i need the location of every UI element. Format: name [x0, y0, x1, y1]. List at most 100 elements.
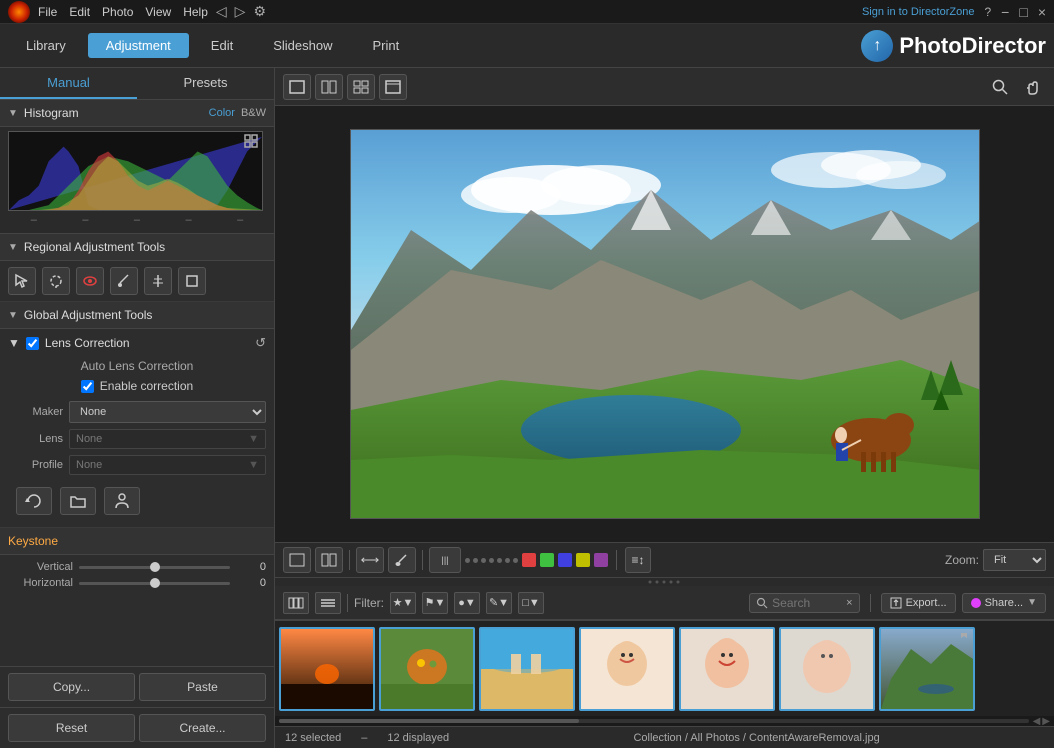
search-box[interactable]: ×	[749, 593, 859, 613]
filmstrip[interactable]	[275, 620, 1054, 716]
horizontal-slider[interactable]	[79, 582, 230, 585]
tab-manual[interactable]: Manual	[0, 68, 137, 99]
copy-button[interactable]: Copy...	[8, 673, 135, 701]
reset-button[interactable]: Reset	[8, 714, 135, 742]
hand-view-btn[interactable]	[1018, 74, 1046, 100]
filter-flag-btn[interactable]: ⚑▼	[422, 592, 448, 614]
photo-area[interactable]	[275, 106, 1054, 542]
color-green[interactable]	[540, 553, 554, 567]
color-yellow[interactable]	[576, 553, 590, 567]
share-button[interactable]: Share... ▼	[962, 593, 1046, 613]
dot-6[interactable]	[505, 558, 510, 563]
gradient-tool-btn[interactable]	[144, 267, 172, 295]
filmstrip-thumb-3[interactable]	[479, 627, 575, 711]
color-btn[interactable]: Color	[209, 107, 235, 119]
global-header[interactable]: ▼ Global Adjustment Tools	[0, 302, 274, 329]
adj-btn-brush[interactable]	[388, 547, 416, 573]
search-clear-icon[interactable]: ×	[846, 597, 852, 609]
fullscreen-btn[interactable]	[379, 74, 407, 100]
tab-edit[interactable]: Edit	[193, 33, 251, 58]
drag-handle[interactable]	[275, 578, 1054, 586]
menu-help[interactable]: Help	[183, 5, 208, 19]
rect-tool-btn[interactable]	[178, 267, 206, 295]
maker-select[interactable]: None	[69, 401, 266, 423]
color-blue[interactable]	[558, 553, 572, 567]
adj-btn-3[interactable]: ⟷	[356, 547, 384, 573]
maximize-btn[interactable]: □	[1019, 4, 1027, 20]
tab-adjustment[interactable]: Adjustment	[88, 33, 189, 58]
minimize-btn[interactable]: −	[1001, 4, 1009, 20]
filter-square-btn[interactable]: □▼	[518, 592, 544, 614]
filter-edit-btn[interactable]: ✎▼	[486, 592, 512, 614]
horizontal-thumb[interactable]	[150, 578, 160, 588]
forward-icon[interactable]: ▷	[235, 3, 246, 20]
hist-minus-5[interactable]: –	[237, 214, 243, 226]
dot-5[interactable]	[497, 558, 502, 563]
histogram-header[interactable]: ▼ Histogram Color B&W	[0, 100, 274, 127]
filmstrip-thumb-7[interactable]	[879, 627, 975, 711]
menu-photo[interactable]: Photo	[102, 5, 133, 19]
brush-tool-btn[interactable]	[110, 267, 138, 295]
adj-btn-layers[interactable]: |||	[429, 547, 461, 573]
settings-icon[interactable]: ⚙	[253, 3, 266, 20]
lasso-tool-btn[interactable]	[42, 267, 70, 295]
dot-1[interactable]	[465, 558, 470, 563]
scroll-right-btn[interactable]: ▶	[1042, 716, 1050, 727]
folder-icon-btn[interactable]	[60, 487, 96, 515]
filmstrip-scrollbar-area[interactable]: ◀ ▶	[275, 716, 1054, 726]
tab-presets[interactable]: Presets	[137, 68, 274, 99]
lens-reset-icon[interactable]: ↺	[255, 335, 266, 351]
tab-library[interactable]: Library	[8, 33, 84, 58]
dot-4[interactable]	[489, 558, 494, 563]
search-input[interactable]	[772, 596, 842, 610]
menu-file[interactable]: File	[38, 5, 57, 19]
filmstrip-thumb-1[interactable]	[279, 627, 375, 711]
lens-enabled-checkbox[interactable]	[26, 337, 39, 350]
enable-correction-checkbox[interactable]	[81, 380, 94, 393]
hist-minus-1[interactable]: –	[31, 214, 37, 226]
menu-edit[interactable]: Edit	[69, 5, 90, 19]
single-view-btn[interactable]	[283, 74, 311, 100]
regional-header[interactable]: ▼ Regional Adjustment Tools	[0, 234, 274, 261]
color-red[interactable]	[522, 553, 536, 567]
filmstrip-thumb-4[interactable]	[579, 627, 675, 711]
adj-btn-2[interactable]	[315, 547, 343, 573]
eye-tool-btn[interactable]	[76, 267, 104, 295]
create-button[interactable]: Create...	[139, 714, 266, 742]
sort-btn[interactable]: ≡↕	[625, 547, 651, 573]
hist-minus-3[interactable]: –	[134, 214, 140, 226]
hist-minus-2[interactable]: –	[82, 214, 88, 226]
export-button[interactable]: Export...	[881, 593, 956, 613]
bw-btn[interactable]: B&W	[241, 107, 266, 119]
selection-tool-btn[interactable]	[8, 267, 36, 295]
adj-btn-1[interactable]	[283, 547, 311, 573]
grid-view-btn[interactable]	[347, 74, 375, 100]
zoom-select[interactable]: Fit 25% 50% 75% 100% 150% 200%	[983, 549, 1046, 571]
scroll-left-btn[interactable]: ◀	[1033, 716, 1041, 727]
color-purple[interactable]	[594, 553, 608, 567]
filmstrip-view-2[interactable]	[315, 592, 341, 614]
filmstrip-view-1[interactable]	[283, 592, 309, 614]
help-icon[interactable]: ?	[984, 5, 991, 19]
compare-view-btn[interactable]	[315, 74, 343, 100]
back-icon[interactable]: ◁	[216, 3, 227, 20]
filter-color-btn[interactable]: ●▼	[454, 592, 480, 614]
tab-print[interactable]: Print	[354, 33, 417, 58]
histogram-expand-icon[interactable]	[244, 134, 258, 151]
tab-slideshow[interactable]: Slideshow	[255, 33, 350, 58]
filmstrip-scrollbar-thumb[interactable]	[279, 719, 579, 723]
person-icon-btn[interactable]	[104, 487, 140, 515]
close-btn[interactable]: ×	[1038, 4, 1046, 20]
filmstrip-thumb-5[interactable]	[679, 627, 775, 711]
dot-3[interactable]	[481, 558, 486, 563]
filmstrip-thumb-2[interactable]	[379, 627, 475, 711]
dot-7[interactable]	[513, 558, 518, 563]
lens-expand-arrow[interactable]: ▼	[8, 336, 20, 350]
filmstrip-thumb-6[interactable]	[779, 627, 875, 711]
menu-view[interactable]: View	[145, 5, 171, 19]
paste-button[interactable]: Paste	[139, 673, 266, 701]
vertical-slider[interactable]	[79, 566, 230, 569]
hist-minus-4[interactable]: –	[186, 214, 192, 226]
dot-2[interactable]	[473, 558, 478, 563]
filmstrip-scrollbar-track[interactable]	[279, 719, 1029, 723]
